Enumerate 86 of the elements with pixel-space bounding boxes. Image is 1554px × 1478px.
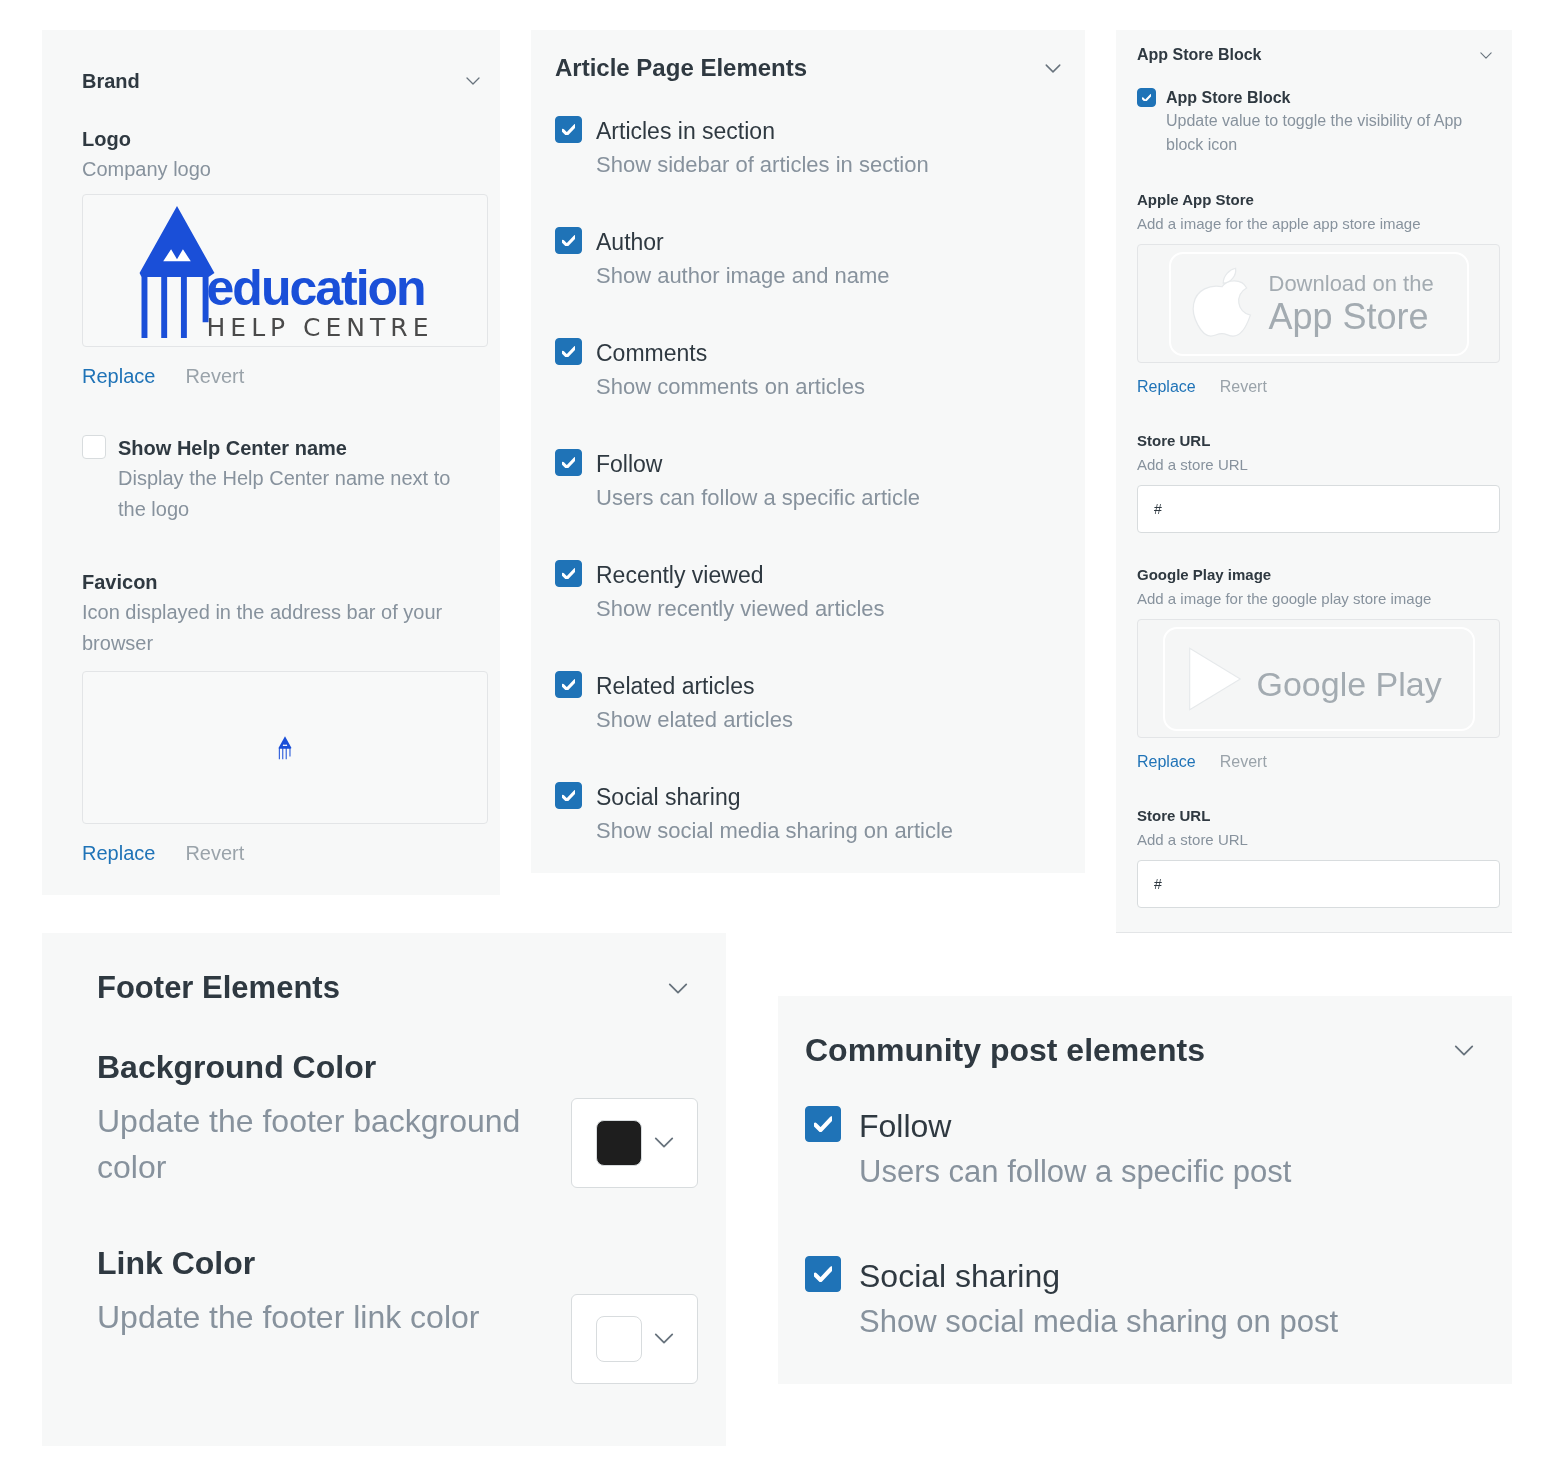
check-icon: [561, 234, 576, 247]
action-link[interactable]: Replace: [82, 361, 156, 391]
action-link[interactable]: Replace: [1137, 750, 1196, 774]
checkbox-description: Update value to toggle the visibility of App block icon: [1166, 111, 1464, 155]
checkbox[interactable]: [805, 1106, 841, 1142]
field-label: Background Color: [97, 1047, 378, 1087]
panel-title: App Store Block: [1137, 45, 1262, 65]
badge-title: Google Play: [1256, 663, 1442, 704]
field-description: Company logo: [82, 157, 212, 182]
checkbox-label: Articles in section: [596, 117, 776, 146]
badge-caption: Download on the: [1268, 270, 1434, 297]
badge-title: App Store: [1268, 296, 1430, 337]
checkbox[interactable]: [555, 449, 582, 476]
image-field[interactable]: education HELP CENTRE: [82, 194, 488, 347]
checkbox-label: Follow: [859, 1107, 953, 1146]
check-icon: [561, 345, 576, 358]
action-link[interactable]: Replace: [82, 838, 156, 868]
checkbox-label: Related articles: [596, 672, 756, 701]
checkbox-description: Show social media sharing on article: [596, 817, 954, 845]
checkbox-description: Show elated articles: [596, 706, 793, 734]
image-field[interactable]: [82, 671, 488, 824]
checkbox[interactable]: [1137, 88, 1156, 107]
check-icon: [561, 456, 576, 469]
panel-title: Footer Elements: [97, 969, 340, 1007]
check-icon: [561, 678, 576, 691]
field-label: Store URL: [1137, 431, 1212, 451]
field-label: Google Play image: [1137, 565, 1273, 585]
checkbox-label: Social sharing: [859, 1257, 1061, 1296]
logo-tagline: HELP CENTRE: [206, 314, 434, 342]
field-label: Favicon: [82, 570, 159, 595]
panel-title: Article Page Elements: [555, 53, 808, 83]
checkbox-description: Display the Help Center name next to the logo: [118, 466, 452, 522]
checkbox[interactable]: [555, 560, 582, 587]
chevron-down-icon[interactable]: [1045, 63, 1061, 73]
field-label: Logo: [82, 127, 132, 152]
check-icon: [813, 1116, 833, 1132]
color-picker[interactable]: [571, 1293, 698, 1384]
chevron-down-icon: [654, 1137, 674, 1148]
field-description: Icon displayed in the address bar of your browser: [82, 600, 444, 656]
checkbox-description: Show social media sharing on post: [859, 1303, 1339, 1341]
checkbox-label: Recently viewed: [596, 561, 765, 590]
field-description: Add a image for the google play store image: [1137, 589, 1433, 609]
checkbox[interactable]: [555, 338, 582, 365]
checkbox[interactable]: [555, 116, 582, 143]
checkbox-label: Comments: [596, 339, 709, 368]
field-label: Store URL: [1137, 806, 1212, 826]
checkbox[interactable]: [555, 671, 582, 698]
checkbox-description: Show recently viewed articles: [596, 595, 885, 623]
field-description: Add a image for the apple app store image: [1137, 214, 1422, 234]
checkbox[interactable]: [555, 227, 582, 254]
checkbox-description: Show sidebar of articles in section: [596, 151, 929, 179]
checkbox-label: Follow: [596, 450, 664, 479]
chevron-down-icon[interactable]: [1480, 51, 1492, 59]
field-description: Update the footer link color: [97, 1297, 481, 1337]
check-icon: [813, 1266, 833, 1282]
url-field[interactable]: #: [1137, 860, 1500, 908]
action-link[interactable]: Replace: [1137, 375, 1196, 399]
panel-title: Brand: [82, 69, 140, 94]
checkbox-label: App Store Block: [1166, 88, 1292, 108]
checkbox-description: Show comments on articles: [596, 373, 865, 401]
pencil-mountain-icon: [278, 735, 292, 760]
color-picker[interactable]: [571, 1097, 698, 1188]
checkbox-label: Author: [596, 228, 665, 257]
field-description: Add a store URL: [1137, 455, 1249, 475]
check-icon: [561, 789, 576, 802]
checkbox-description: Users can follow a specific article: [596, 484, 920, 512]
field-description: Add a store URL: [1137, 830, 1249, 850]
checkbox-label: Social sharing: [596, 783, 742, 812]
chevron-down-icon[interactable]: [1454, 1044, 1474, 1056]
logo-wordmark: education: [206, 262, 425, 314]
chevron-down-icon: [654, 1333, 674, 1344]
url-field[interactable]: #: [1137, 485, 1500, 533]
field-description: Update the footer background color: [97, 1101, 522, 1187]
checkbox-label: Show Help Center name: [118, 436, 348, 461]
field-label: Apple App Store: [1137, 190, 1255, 210]
chevron-down-icon[interactable]: [466, 77, 480, 85]
check-icon: [1141, 93, 1152, 102]
checkbox-description: Users can follow a specific post: [859, 1153, 1292, 1191]
field-label: Link Color: [97, 1243, 257, 1283]
check-icon: [561, 567, 576, 580]
check-icon: [561, 123, 576, 136]
panel-title: Community post elements: [805, 1031, 1206, 1070]
chevron-down-icon[interactable]: [668, 982, 688, 994]
checkbox[interactable]: [555, 782, 582, 809]
checkbox[interactable]: [805, 1256, 841, 1292]
checkbox-description: Show author image and name: [596, 262, 890, 290]
